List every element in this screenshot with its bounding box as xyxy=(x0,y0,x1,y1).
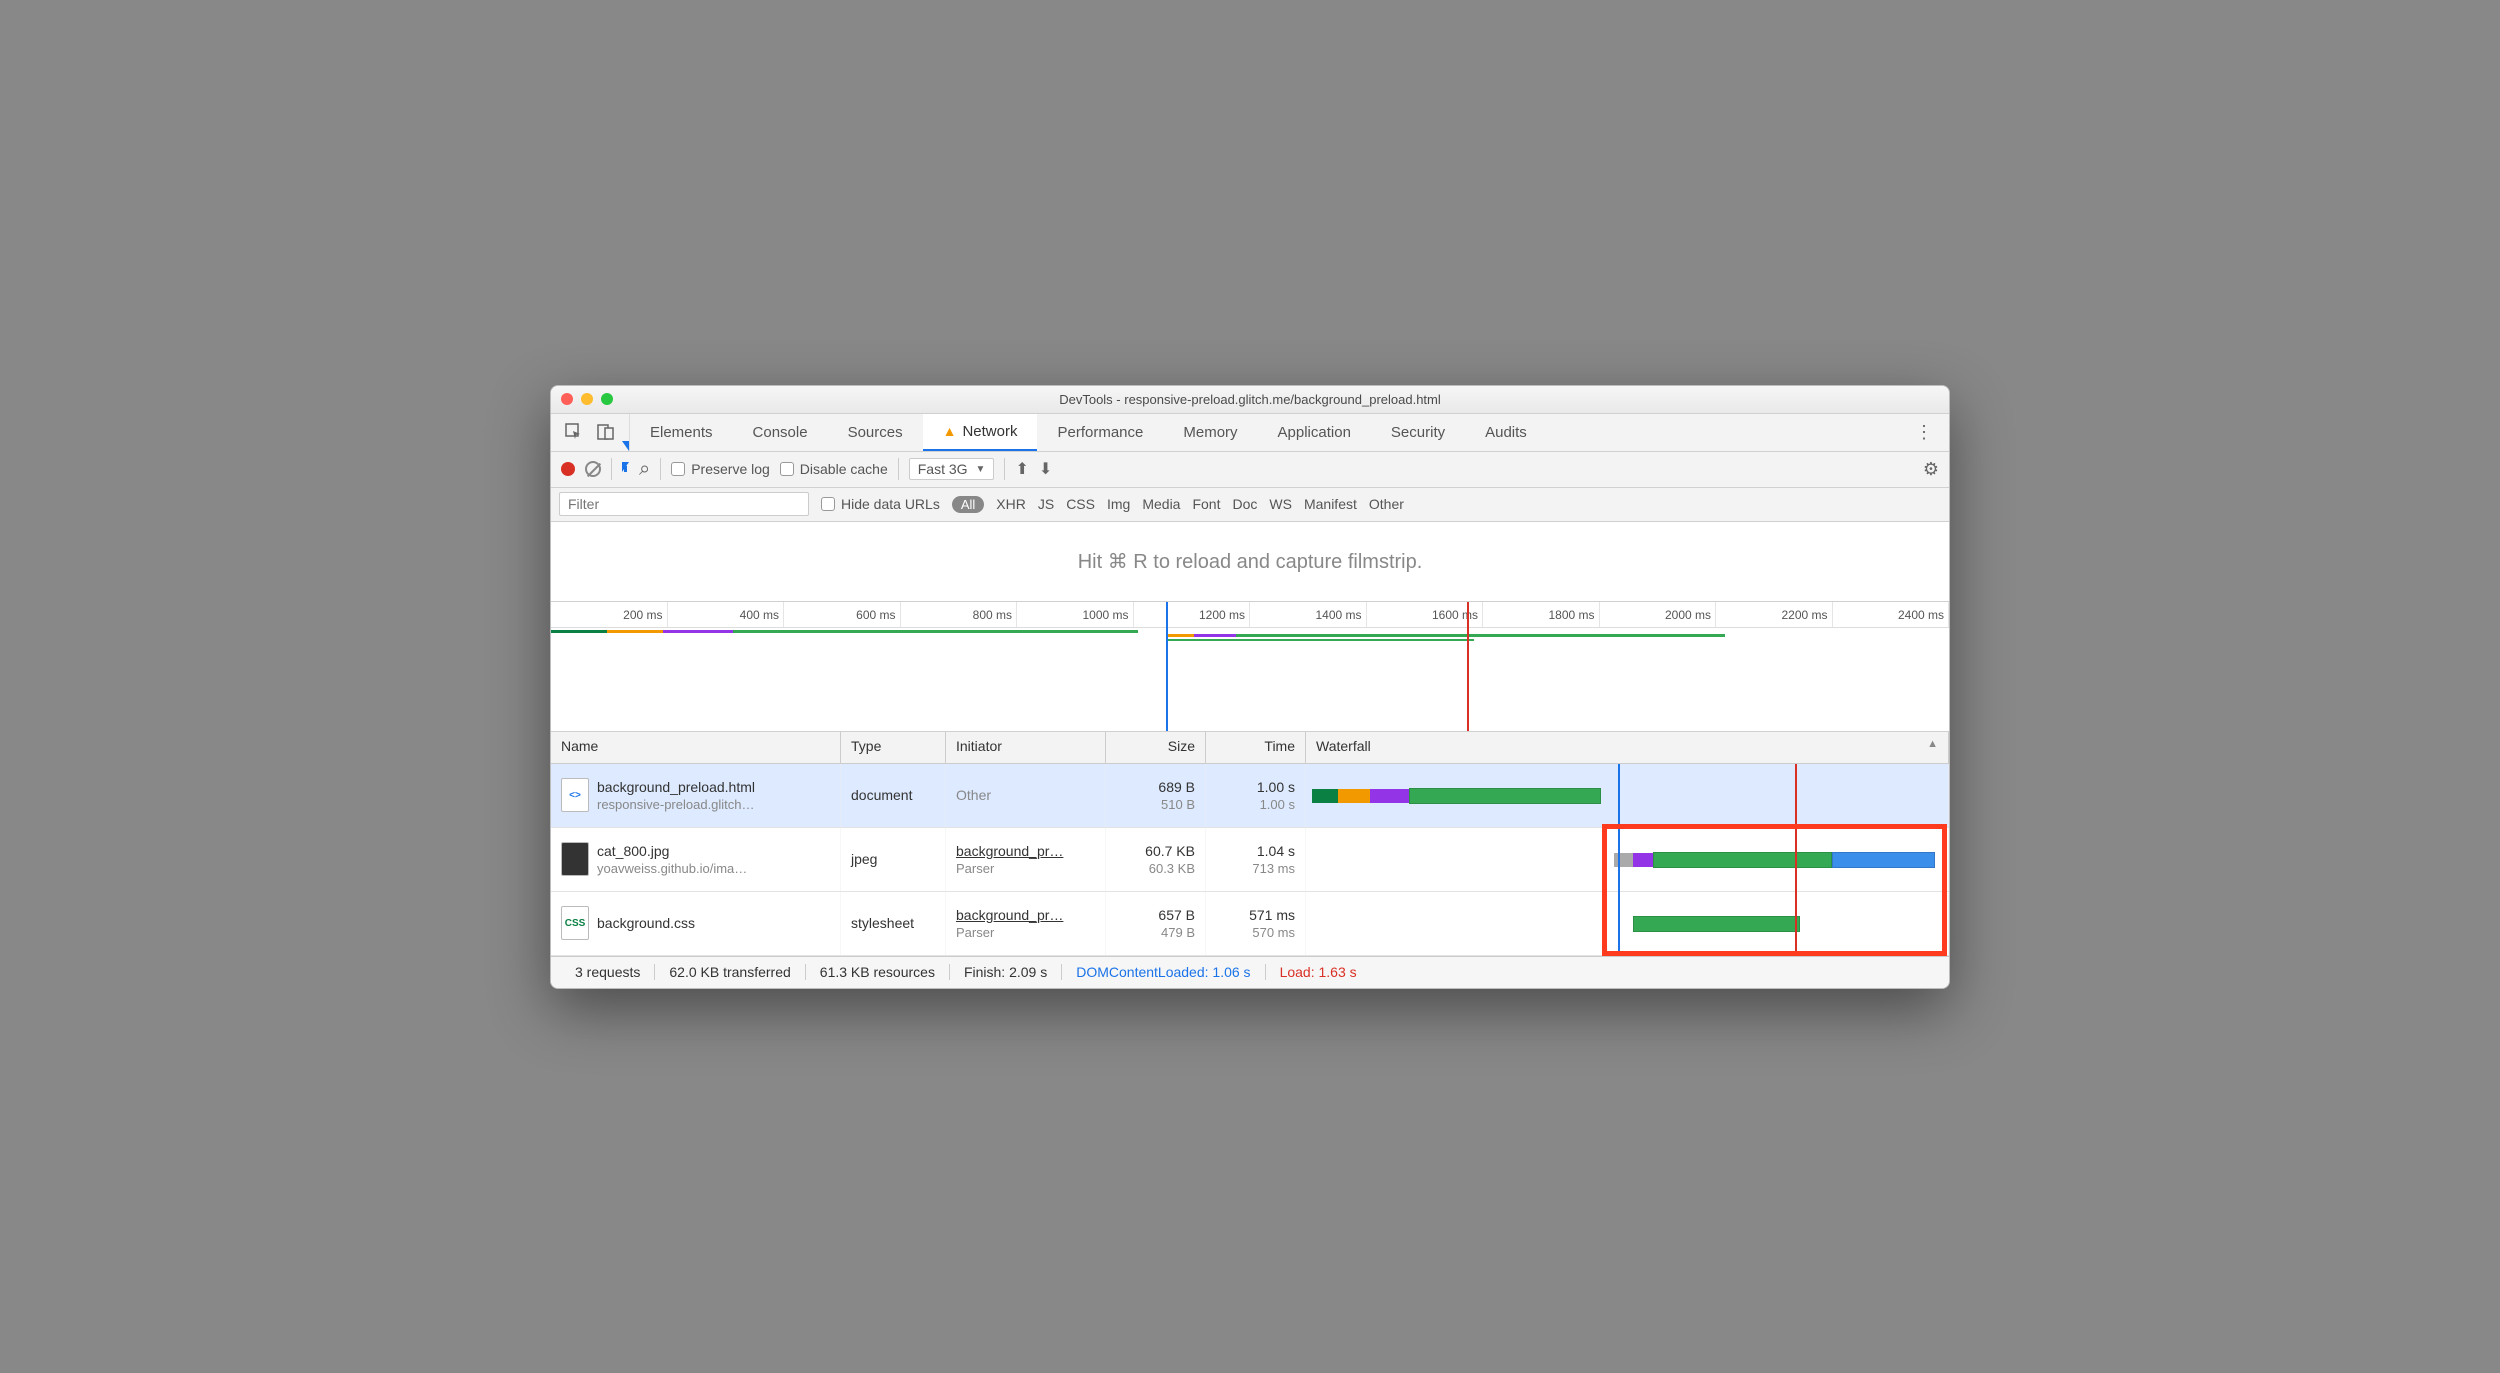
hide-data-urls-checkbox[interactable]: Hide data URLs xyxy=(821,496,940,512)
filter-type-xhr[interactable]: XHR xyxy=(996,496,1026,512)
disable-cache-checkbox[interactable]: Disable cache xyxy=(780,461,888,477)
requests-table-body: <>background_preload.htmlresponsive-prel… xyxy=(551,764,1949,956)
preserve-log-checkbox[interactable]: Preserve log xyxy=(671,461,770,477)
status-resources: 61.3 KB resources xyxy=(806,964,950,980)
more-menu-icon[interactable]: ⋮ xyxy=(1899,422,1949,443)
tab-sources[interactable]: Sources xyxy=(828,414,923,451)
window-controls xyxy=(561,393,613,405)
timeline-ruler: 200 ms400 ms600 ms 800 ms1000 ms1200 ms … xyxy=(551,602,1949,628)
status-finish: Finish: 2.09 s xyxy=(950,964,1062,980)
filter-input[interactable] xyxy=(559,492,809,516)
record-button[interactable] xyxy=(561,462,575,476)
close-window-button[interactable] xyxy=(561,393,573,405)
requests-table-header: Name Type Initiator Size Time Waterfall▲ xyxy=(551,732,1949,764)
file-image-icon xyxy=(561,842,589,876)
filter-toggle-icon[interactable] xyxy=(622,451,629,488)
filter-type-css[interactable]: CSS xyxy=(1066,496,1095,512)
tab-memory[interactable]: Memory xyxy=(1163,414,1257,451)
waterfall-bar xyxy=(1306,892,1949,955)
load-marker-table xyxy=(1795,764,1797,956)
filter-type-font[interactable]: Font xyxy=(1192,496,1220,512)
col-header-time[interactable]: Time xyxy=(1206,732,1306,763)
file-html-icon: <> xyxy=(561,778,589,812)
filter-type-doc[interactable]: Doc xyxy=(1232,496,1257,512)
status-requests: 3 requests xyxy=(561,964,655,980)
tab-security[interactable]: Security xyxy=(1371,414,1465,451)
settings-icon[interactable]: ⚙ xyxy=(1923,459,1939,480)
dcl-marker-table xyxy=(1618,764,1620,956)
col-header-size[interactable]: Size xyxy=(1106,732,1206,763)
request-row[interactable]: <>background_preload.htmlresponsive-prel… xyxy=(551,764,1949,828)
search-icon[interactable] xyxy=(639,458,650,481)
col-header-type[interactable]: Type xyxy=(841,732,946,763)
devtools-window: DevTools - responsive-preload.glitch.me/… xyxy=(550,385,1950,989)
tab-console[interactable]: Console xyxy=(733,414,828,451)
filter-type-manifest[interactable]: Manifest xyxy=(1304,496,1357,512)
tab-elements[interactable]: Elements xyxy=(630,414,733,451)
tab-audits[interactable]: Audits xyxy=(1465,414,1547,451)
waterfall-bar xyxy=(1306,764,1949,827)
waterfall-bar xyxy=(1306,828,1949,891)
dcl-marker xyxy=(1166,602,1168,731)
window-title: DevTools - responsive-preload.glitch.me/… xyxy=(551,392,1949,407)
request-row[interactable]: CSSbackground.css stylesheet background_… xyxy=(551,892,1949,956)
filter-bar: Hide data URLs All XHR JS CSS Img Media … xyxy=(551,488,1949,522)
tab-performance[interactable]: Performance xyxy=(1037,414,1163,451)
network-toolbar: Preserve log Disable cache Fast 3G▼ ⬆ ⬇ … xyxy=(551,452,1949,488)
status-transferred: 62.0 KB transferred xyxy=(655,964,805,980)
status-bar: 3 requests 62.0 KB transferred 61.3 KB r… xyxy=(551,956,1949,988)
timeline-overview[interactable]: 200 ms400 ms600 ms 800 ms1000 ms1200 ms … xyxy=(551,602,1949,732)
inspect-element-icon[interactable] xyxy=(565,423,583,441)
sort-indicator-icon: ▲ xyxy=(1927,738,1938,750)
initiator-link[interactable]: background_pr… xyxy=(956,907,1095,923)
filter-type-ws[interactable]: WS xyxy=(1269,496,1292,512)
upload-har-icon[interactable]: ⬆ xyxy=(1015,459,1028,479)
col-header-waterfall[interactable]: Waterfall▲ xyxy=(1306,732,1949,763)
load-marker xyxy=(1467,602,1469,731)
request-row[interactable]: cat_800.jpgyoavweiss.github.io/ima… jpeg… xyxy=(551,828,1949,892)
download-har-icon[interactable]: ⬇ xyxy=(1039,459,1052,479)
filter-type-all[interactable]: All xyxy=(952,496,984,513)
tab-network[interactable]: ▲Network xyxy=(923,414,1038,451)
throttling-select[interactable]: Fast 3G▼ xyxy=(909,458,995,480)
minimize-window-button[interactable] xyxy=(581,393,593,405)
initiator-link[interactable]: background_pr… xyxy=(956,843,1095,859)
warning-icon: ▲ xyxy=(943,423,957,439)
titlebar: DevTools - responsive-preload.glitch.me/… xyxy=(551,386,1949,414)
status-load: Load: 1.63 s xyxy=(1266,964,1371,980)
maximize-window-button[interactable] xyxy=(601,393,613,405)
panel-tabs: Elements Console Sources ▲Network Perfor… xyxy=(551,414,1949,452)
status-dcl: DOMContentLoaded: 1.06 s xyxy=(1062,964,1265,980)
col-header-initiator[interactable]: Initiator xyxy=(946,732,1106,763)
device-toolbar-icon[interactable] xyxy=(597,423,615,441)
file-css-icon: CSS xyxy=(561,906,589,940)
filmstrip-hint: Hit ⌘ R to reload and capture filmstrip. xyxy=(551,522,1949,602)
filter-type-js[interactable]: JS xyxy=(1038,496,1054,512)
col-header-name[interactable]: Name xyxy=(551,732,841,763)
filter-type-media[interactable]: Media xyxy=(1142,496,1180,512)
clear-button[interactable] xyxy=(585,461,601,477)
filter-type-other[interactable]: Other xyxy=(1369,496,1404,512)
tab-application[interactable]: Application xyxy=(1258,414,1371,451)
filter-type-img[interactable]: Img xyxy=(1107,496,1130,512)
